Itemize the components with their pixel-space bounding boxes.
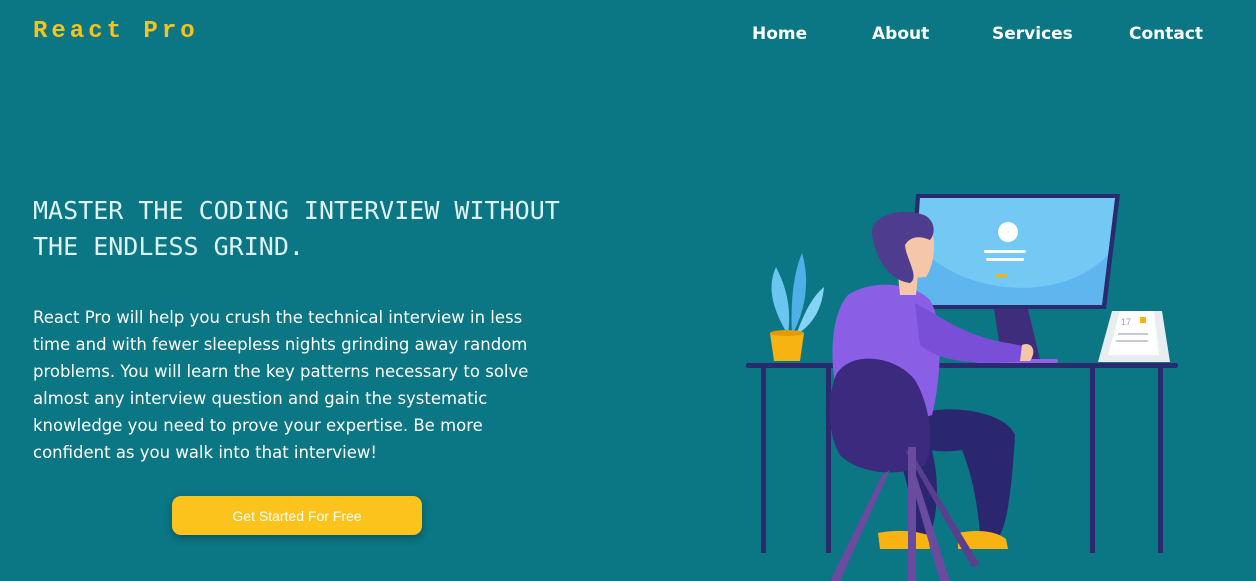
get-started-button[interactable]: Get Started For Free xyxy=(172,496,422,535)
nav-home[interactable]: Home xyxy=(752,24,807,44)
nav-about[interactable]: About xyxy=(872,24,929,44)
hero-headline: MASTER THE CODING INTERVIEW WITHOUT THE … xyxy=(33,196,560,261)
developer-illustration: 17 xyxy=(746,194,1178,581)
desk-leg-right-inner xyxy=(1090,368,1095,553)
desk-leg-right xyxy=(1158,368,1163,553)
desk-leg-left-inner xyxy=(826,368,831,553)
nav-services[interactable]: Services xyxy=(992,24,1073,44)
plant-icon xyxy=(770,253,824,361)
desk-top xyxy=(746,363,1178,368)
calendar-number: 17 xyxy=(1121,317,1131,327)
nav-contact[interactable]: Contact xyxy=(1129,24,1203,44)
hero-description: React Pro will help you crush the techni… xyxy=(33,308,529,462)
desk-leg-left xyxy=(761,368,766,553)
main-nav: Home About Services Contact xyxy=(0,24,1256,48)
calendar-icon: 17 xyxy=(1098,311,1170,362)
